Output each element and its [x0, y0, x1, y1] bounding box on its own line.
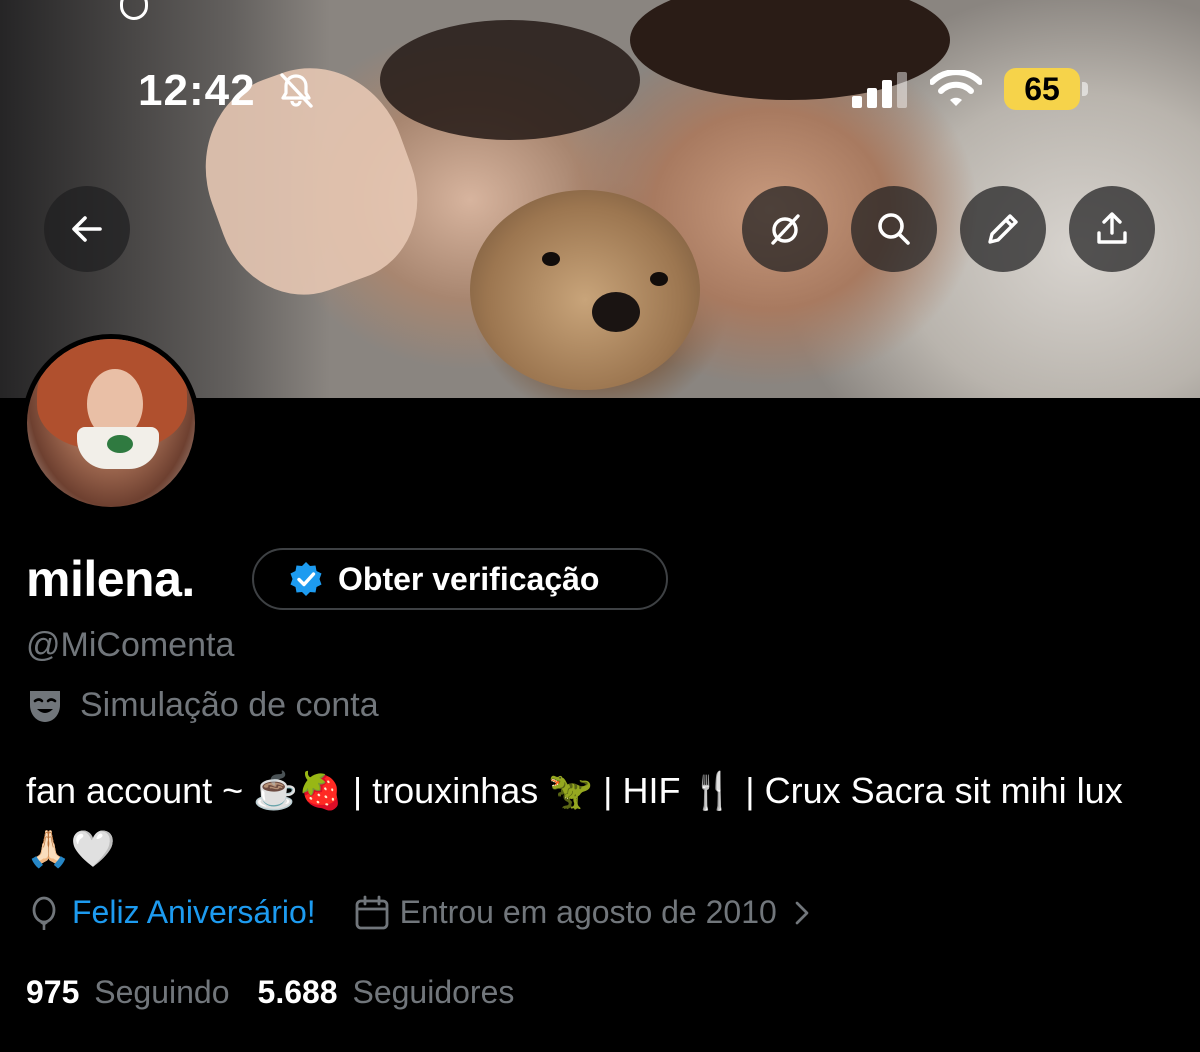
- calendar-icon: [355, 895, 389, 929]
- banner-dog-eye: [542, 252, 560, 266]
- theater-mask-icon: [30, 690, 60, 722]
- bell-slash-icon: [280, 73, 313, 108]
- verified-badge-icon: [290, 562, 322, 596]
- followers-count: 5.688: [257, 974, 338, 1010]
- follow-stats: 975 Seguindo 5.688 Seguidores: [26, 974, 514, 1011]
- joined-item[interactable]: Entrou em agosto de 2010: [354, 894, 827, 931]
- back-icon: [72, 216, 102, 242]
- followers-link[interactable]: 5.688 Seguidores: [258, 974, 515, 1011]
- search-button[interactable]: [851, 186, 937, 272]
- balloon-icon: [32, 896, 56, 930]
- share-button[interactable]: [1069, 186, 1155, 272]
- following-link[interactable]: 975 Seguindo: [26, 974, 230, 1011]
- edit-button[interactable]: [960, 186, 1046, 272]
- share-icon: [1097, 212, 1127, 244]
- profile-avatar[interactable]: [22, 334, 200, 512]
- birthday-text[interactable]: Feliz Aniversário!: [72, 894, 316, 931]
- grok-button[interactable]: [742, 186, 828, 272]
- get-verified-button[interactable]: Obter verificação: [252, 548, 668, 610]
- avatar-cup-logo: [107, 435, 133, 453]
- status-time: 12:42: [138, 66, 256, 115]
- back-button[interactable]: [44, 186, 130, 272]
- battery-tip: [1082, 82, 1088, 96]
- parody-label-row: Simulação de conta: [26, 686, 379, 725]
- edit-icon: [988, 214, 1018, 244]
- avatar-image: [27, 339, 195, 507]
- joined-date-text: Entrou em agosto de 2010: [399, 894, 777, 930]
- following-count: 975: [26, 974, 80, 1010]
- chevron-right-icon: [795, 901, 809, 924]
- profile-handle: @MiComenta: [26, 626, 235, 664]
- parody-label-text: Simulação de conta: [80, 686, 379, 724]
- battery-indicator: 65: [1004, 68, 1080, 110]
- cellular-signal-icon: [852, 72, 907, 108]
- banner-dog-eye: [650, 272, 668, 286]
- grok-icon: [771, 214, 800, 245]
- banner-dog: [470, 190, 700, 390]
- profile-meta-row: Feliz Aniversário! Entrou em agosto de 2…: [26, 894, 827, 931]
- banner-hair: [380, 20, 640, 140]
- followers-label: Seguidores: [352, 974, 515, 1010]
- wifi-icon: [930, 70, 982, 106]
- banner-dog-nose: [592, 292, 640, 332]
- profile-bio: fan account ~ ☕🍓 | trouxinhas 🦖 | HIF 🍴 …: [26, 770, 1123, 869]
- get-verified-label: Obter verificação: [338, 560, 600, 597]
- following-label: Seguindo: [94, 974, 230, 1010]
- display-name: milena.: [26, 551, 195, 607]
- birthday-item[interactable]: Feliz Aniversário!: [26, 894, 316, 931]
- search-icon: [878, 213, 910, 245]
